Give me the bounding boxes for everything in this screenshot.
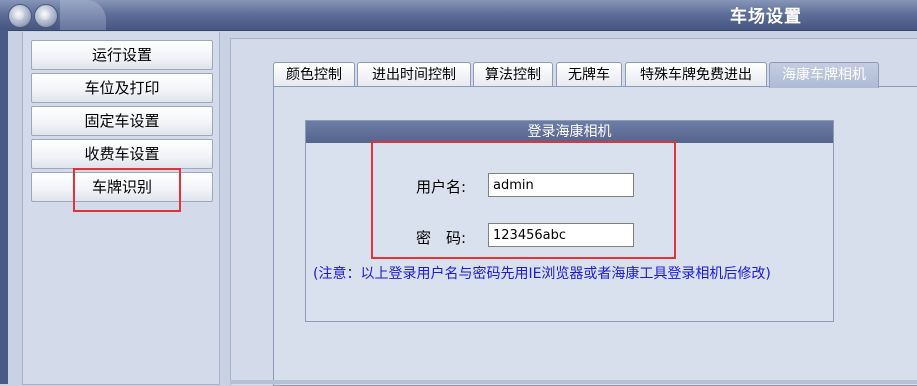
sidebar-item-fixed-vehicle[interactable]: 固定车设置 <box>31 106 213 136</box>
title-bar: 车场设置 <box>0 0 917 31</box>
tab-no-plate[interactable]: 无牌车 <box>556 62 622 87</box>
tab-time-control[interactable]: 进出时间控制 <box>357 62 471 87</box>
sidebar-item-parking-print[interactable]: 车位及打印 <box>31 73 213 103</box>
window-button-icon[interactable] <box>8 4 32 28</box>
sidebar-item-run-settings[interactable]: 运行设置 <box>31 40 213 70</box>
tab-special-plate-free[interactable]: 特殊车牌免费进出 <box>625 62 767 87</box>
highlight-box-sidebar <box>73 168 181 212</box>
highlight-box-credentials <box>371 141 676 259</box>
titlebar-decoration <box>60 0 106 30</box>
group-title: 登录海康相机 <box>306 121 833 143</box>
tab-algorithm-control[interactable]: 算法控制 <box>473 62 553 87</box>
tab-hikvision-camera[interactable]: 海康车牌相机 <box>769 62 879 88</box>
window-button-icon[interactable] <box>34 4 58 28</box>
window-title: 车场设置 <box>730 7 802 27</box>
sidebar-item-paid-vehicle[interactable]: 收费车设置 <box>31 139 213 169</box>
bottom-divider <box>230 380 917 384</box>
note-text: (注意：以上登录用户名与密码先用IE浏览器或者海康工具登录相机后修改) <box>313 266 771 282</box>
left-edge <box>0 30 8 384</box>
tab-color-control[interactable]: 颜色控制 <box>273 62 355 87</box>
